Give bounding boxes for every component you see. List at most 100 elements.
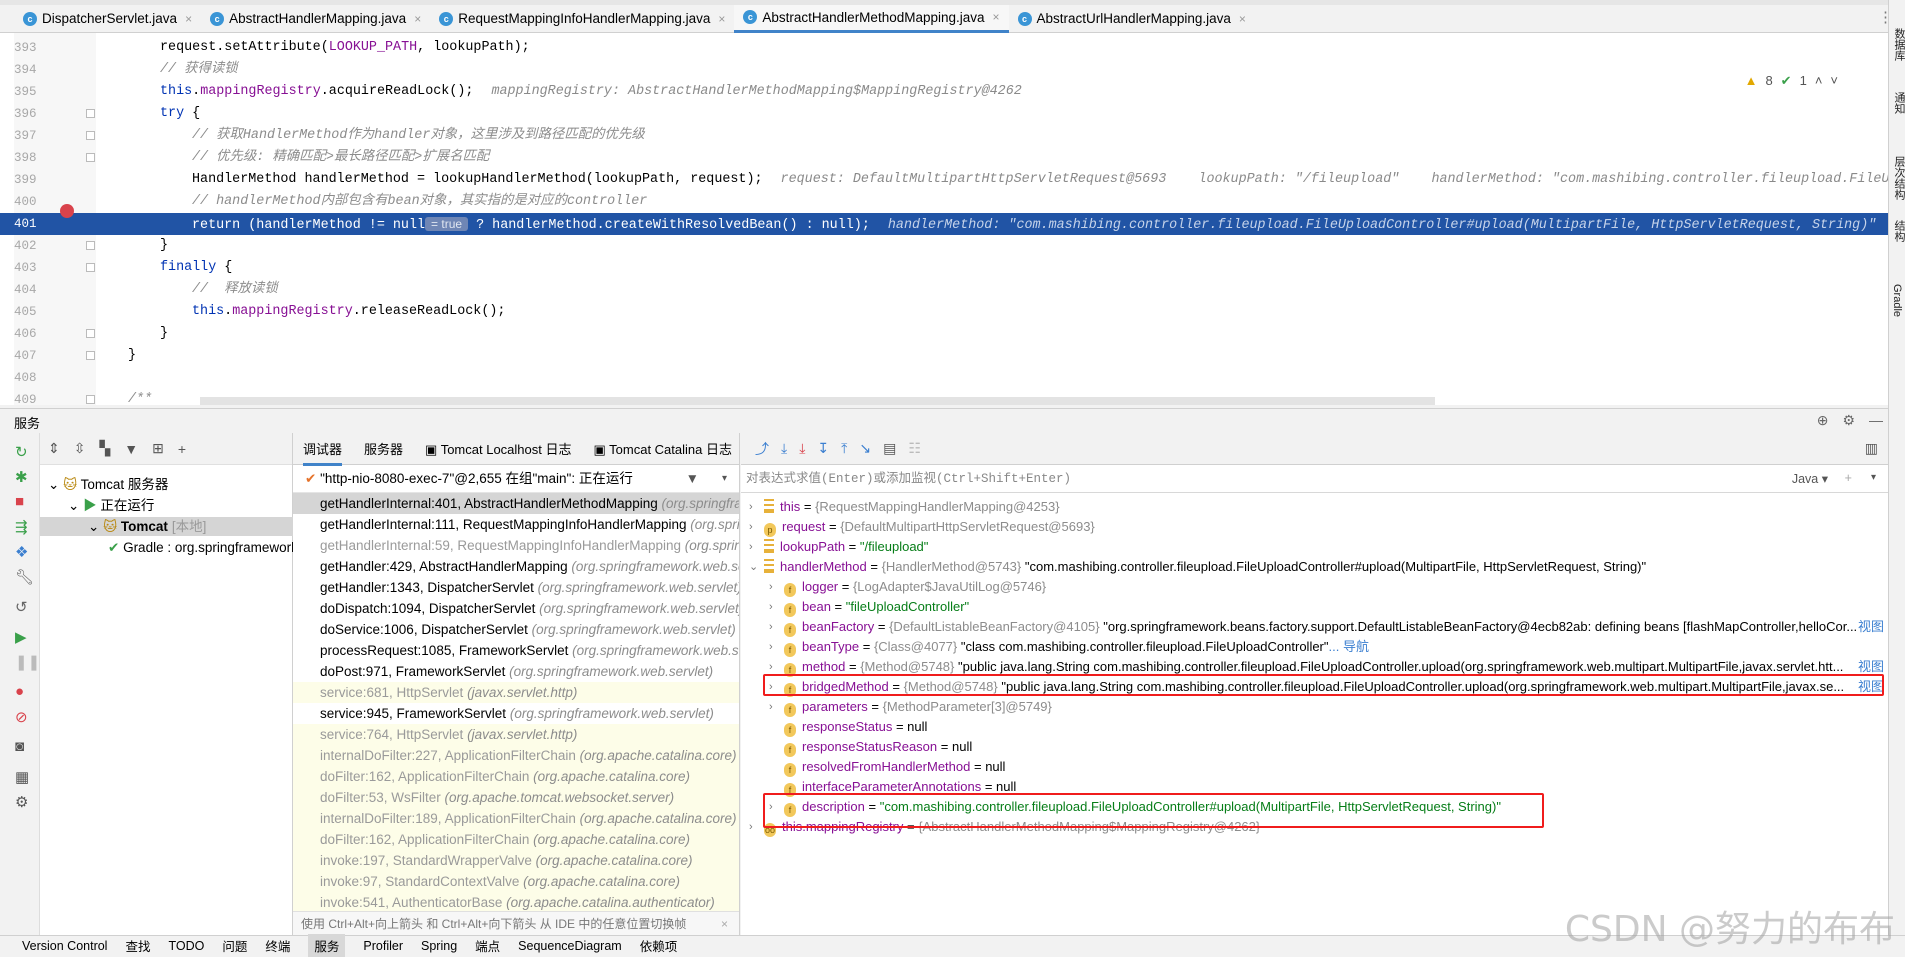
navigate-link[interactable]: ... 导航 — [1329, 639, 1369, 654]
chevron-down-icon[interactable]: ⌄ — [68, 498, 83, 513]
debug-tab[interactable]: 调试器 — [303, 433, 343, 466]
refresh-icon[interactable]: ↺ — [15, 598, 28, 616]
group-icon[interactable]: ▚ — [99, 440, 110, 457]
chevron-down-icon[interactable]: ⌄ — [749, 557, 758, 577]
wrench-icon[interactable]: 🔧︎ — [15, 568, 34, 586]
stack-frame[interactable]: getHandlerInternal:401, AbstractHandlerM… — [293, 493, 739, 514]
variable-row[interactable]: › lookupPath = "/fileupload" — [741, 537, 1888, 557]
tree-node[interactable]: ⌄ 🐱︎ Tomcat 服务器 — [48, 475, 168, 494]
chevron-right-icon[interactable]: › — [749, 497, 753, 517]
tool-window-button[interactable]: 问题 — [222, 936, 247, 955]
code-editor[interactable]: 393 request.setAttribute(LOOKUP_PATH, loo… — [0, 33, 1888, 405]
close-tab-icon[interactable]: × — [414, 12, 421, 26]
right-sidebar-item[interactable]: 数据库 — [1891, 28, 1905, 61]
stack-frame[interactable]: internalDoFilter:227, ApplicationFilterC… — [293, 745, 739, 766]
variable-row[interactable]: › f bean = "fileUploadController" — [741, 597, 1888, 617]
editor-tab[interactable]: c AbstractUrlHandlerMapping.java × — [1009, 5, 1255, 33]
stack-frame[interactable]: getHandlerInternal:59, RequestMappingInf… — [293, 535, 739, 556]
stack-frame[interactable]: getHandler:429, AbstractHandlerMapping (… — [293, 556, 739, 577]
fold-marker-icon[interactable] — [86, 329, 95, 338]
show-execution-point-icon[interactable]: ⤴ — [755, 439, 769, 459]
tree-node[interactable]: ⌄ 🐱︎ Tomcat [本地] — [40, 517, 293, 536]
chevron-right-icon[interactable]: › — [769, 637, 773, 657]
stack-frame[interactable]: doFilter:162, ApplicationFilterChain (or… — [293, 829, 739, 850]
tool-window-button[interactable]: 依赖项 — [640, 936, 678, 955]
stack-frame[interactable]: invoke:197, StandardWrapperValve (org.ap… — [293, 850, 739, 871]
view-breakpoints-icon[interactable]: ● — [15, 683, 24, 700]
thread-dropdown-icon[interactable]: ▾ — [722, 465, 727, 493]
chevron-down-icon[interactable]: ⌄ — [88, 519, 103, 534]
fold-marker-icon[interactable] — [86, 153, 95, 162]
new-tab-icon[interactable]: ⊞ — [152, 440, 164, 457]
watch-dropdown-icon[interactable]: ▾ — [1871, 465, 1876, 493]
tool-window-button[interactable]: Version Control — [22, 939, 107, 953]
fold-marker-icon[interactable] — [86, 131, 95, 140]
view-link[interactable]: 视图 — [1857, 617, 1884, 637]
editor-tab[interactable]: c AbstractHandlerMapping.java × — [201, 5, 430, 33]
language-select[interactable]: Java ▾ — [1792, 465, 1828, 493]
right-sidebar-item[interactable]: Gradle — [1891, 284, 1903, 317]
filter-icon[interactable]: ▼ — [686, 465, 699, 493]
chevron-right-icon[interactable]: › — [749, 517, 753, 537]
variable-row[interactable]: › f beanType = {Class@4077} "class com.mas… — [741, 637, 1888, 657]
force-step-into-icon[interactable]: ↧ — [817, 440, 829, 457]
camera-icon[interactable]: ◙ — [15, 738, 24, 755]
variable-row[interactable]: f resolvedFromHandlerMethod = null — [741, 757, 1888, 777]
chevron-right-icon[interactable]: › — [769, 577, 773, 597]
right-sidebar-item[interactable]: 层次结构 — [1891, 156, 1905, 200]
resume-icon[interactable]: ▶ — [15, 628, 27, 646]
chevron-right-icon[interactable]: › — [769, 597, 773, 617]
collapse-all-icon[interactable]: ⇳ — [74, 440, 86, 457]
inspection-widget[interactable]: ▲ 8 ✔ 1 ˄ ˅ — [1745, 73, 1838, 89]
tool-window-button[interactable]: Spring — [421, 939, 457, 953]
breakpoint-icon[interactable] — [60, 204, 74, 218]
frame-list[interactable]: getHandlerInternal:401, AbstractHandlerM… — [293, 493, 739, 913]
stack-frame[interactable]: getHandlerInternal:111, RequestMappingIn… — [293, 514, 739, 535]
stack-frame[interactable]: doFilter:162, ApplicationFilterChain (or… — [293, 766, 739, 787]
layout-icon[interactable]: ▦ — [15, 768, 29, 786]
step-over-icon[interactable]: ⤓ — [781, 440, 787, 457]
variable-row[interactable]: f responseStatus = null — [741, 717, 1888, 737]
chevron-right-icon[interactable]: › — [769, 617, 773, 637]
services-tree[interactable]: ⇕ ⇳ ▚ ▼ ⊞ + ⌄ 🐱︎ Tomcat 服务器 ⌄ ▶ 正在运行 ⌄ 🐱︎ Tom… — [40, 433, 298, 935]
stack-frame[interactable]: invoke:97, StandardContextValve (org.apa… — [293, 871, 739, 892]
close-tab-icon[interactable]: × — [718, 12, 725, 26]
step-into-icon[interactable]: ⤓ — [799, 440, 805, 457]
variable-row[interactable]: › f parameters = {MethodParameter[3]@5749} — [741, 697, 1888, 717]
variable-row[interactable]: › f beanFactory = {DefaultListableBeanFact… — [741, 617, 1888, 637]
stack-frame[interactable]: service:945, FrameworkServlet (org.sprin… — [293, 703, 739, 724]
prev-highlight-icon[interactable]: ˄ — [1815, 73, 1823, 89]
debug-tab[interactable]: ▣ Tomcat Catalina 日志 — [593, 439, 732, 458]
run-to-cursor-icon[interactable]: ↘ — [859, 440, 871, 457]
fold-marker-icon[interactable] — [86, 395, 95, 404]
stack-frame[interactable]: doDispatch:1094, DispatcherServlet (org.… — [293, 598, 739, 619]
stack-frame[interactable]: invoke:541, AuthenticatorBase (org.apach… — [293, 892, 739, 913]
variable-row[interactable]: › this = {RequestMappingHandlerMapping@42… — [741, 497, 1888, 517]
stop-icon[interactable]: ■ — [15, 493, 24, 510]
editor-tab[interactable]: c DispatcherServlet.java × — [14, 5, 201, 33]
tool-window-button[interactable]: SequenceDiagram — [518, 939, 622, 953]
add-watch-icon[interactable]: + — [1844, 465, 1852, 493]
gear-icon[interactable]: ⚙ — [1842, 412, 1855, 429]
add-icon[interactable]: + — [178, 441, 186, 457]
artifact-icon[interactable]: ❖ — [15, 543, 28, 561]
evaluate-icon[interactable]: ▤ — [883, 440, 896, 457]
variable-row[interactable]: ⌄ handlerMethod = {HandlerMethod@5743} "c… — [741, 557, 1888, 577]
fold-marker-icon[interactable] — [86, 109, 95, 118]
variable-row[interactable]: › f logger = {LogAdapter$JavaUtilLog@5746} — [741, 577, 1888, 597]
trace-icon[interactable]: ☷ — [908, 440, 921, 457]
tree-node[interactable]: ⌄ ▶ 正在运行 — [68, 496, 154, 515]
fold-marker-icon[interactable] — [86, 351, 95, 360]
variable-row[interactable]: › p request = {DefaultMultipartHttpServlet… — [741, 517, 1888, 537]
close-tab-icon[interactable]: × — [1239, 12, 1246, 26]
step-out-icon[interactable]: ⤒ — [841, 440, 847, 457]
settings-icon[interactable]: ⚙ — [15, 793, 28, 811]
chevron-down-icon[interactable]: ⌄ — [48, 477, 63, 492]
chevron-right-icon[interactable]: › — [769, 697, 773, 717]
stack-frame[interactable]: doService:1006, DispatcherServlet (org.s… — [293, 619, 739, 640]
evaluate-expression-input[interactable]: 对表达式求值(Enter)或添加监视(Ctrl+Shift+Enter) Jav… — [741, 465, 1888, 493]
fold-marker-icon[interactable] — [86, 263, 95, 272]
variable-row[interactable]: f responseStatusReason = null — [741, 737, 1888, 757]
minimize-icon[interactable]: — — [1869, 412, 1883, 429]
pause-icon[interactable]: ❚❚ — [15, 653, 40, 671]
